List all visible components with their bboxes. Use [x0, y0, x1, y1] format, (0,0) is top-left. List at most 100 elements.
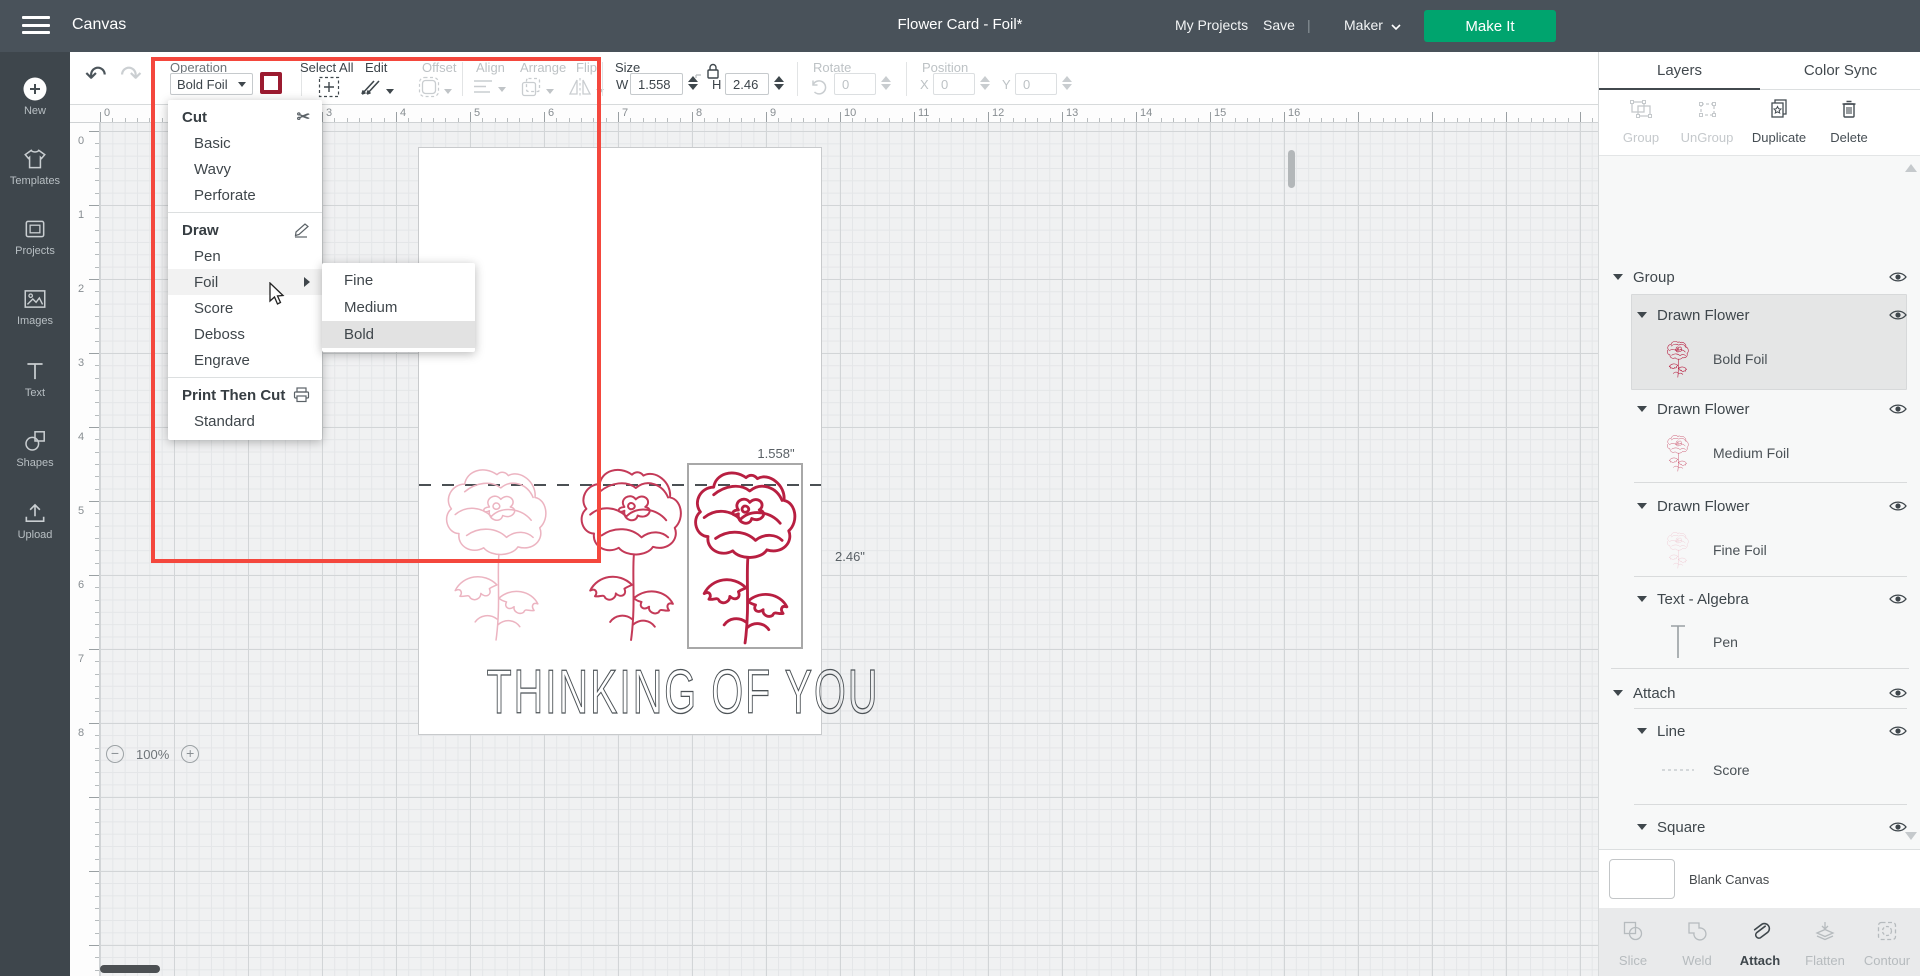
eye-icon[interactable]	[1889, 309, 1907, 321]
submenu-item-fine[interactable]: Fine	[322, 267, 475, 294]
caret-down-icon[interactable]	[1637, 312, 1647, 318]
delete-label: Delete	[1817, 130, 1881, 145]
position-x-input[interactable]: 0	[933, 73, 975, 95]
menu-item-perforate[interactable]: Perforate	[168, 182, 322, 208]
rotate-stepper[interactable]	[880, 74, 892, 94]
tab-layers[interactable]: Layers	[1599, 52, 1760, 90]
sidebar-item-projects[interactable]: Projects	[0, 216, 70, 257]
menu-item-wavy[interactable]: Wavy	[168, 156, 322, 182]
save-link[interactable]: Save	[1263, 17, 1295, 33]
score-thumb	[1661, 765, 1695, 775]
width-input[interactable]: 1.558	[630, 73, 683, 95]
rotate-input[interactable]: 0	[834, 73, 876, 95]
menu-item-foil[interactable]: Foil	[168, 269, 322, 295]
sidebar-item-templates[interactable]: Templates	[0, 146, 70, 187]
zoom-in-icon[interactable]: +	[181, 745, 199, 763]
caret-down-icon[interactable]	[1613, 274, 1623, 280]
canvas-vertical-scrollbar[interactable]	[1288, 150, 1295, 188]
select-all-icon[interactable]	[318, 76, 340, 103]
menu-item-score[interactable]: Score	[168, 295, 322, 321]
menu-header-cut[interactable]: Cut ✂	[168, 104, 322, 130]
sidebar-item-shapes[interactable]: Shapes	[0, 428, 70, 469]
blank-canvas-row[interactable]: Blank Canvas	[1599, 850, 1920, 908]
operation-select[interactable]: Bold Foil	[170, 73, 253, 95]
offset-icon[interactable]	[418, 76, 452, 103]
align-icon[interactable]	[472, 78, 506, 101]
menu-item-deboss[interactable]: Deboss	[168, 321, 322, 347]
duplicate-button[interactable]: Duplicate	[1747, 98, 1811, 145]
slice-button[interactable]: Slice	[1603, 920, 1663, 968]
zoom-out-icon[interactable]: −	[106, 745, 124, 763]
group-button[interactable]: Group	[1609, 98, 1673, 145]
menu-item-standard[interactable]: Standard	[168, 408, 322, 434]
sublayer-bold-foil[interactable]: Bold Foil	[1661, 338, 1767, 380]
layer-row-line[interactable]: Line	[1599, 718, 1920, 744]
sidebar-item-images[interactable]: Images	[0, 286, 70, 327]
weld-button[interactable]: Weld	[1667, 920, 1727, 968]
flower-medium-foil[interactable]	[575, 462, 689, 645]
eye-icon[interactable]	[1889, 687, 1907, 699]
layer-row-attach[interactable]: Attach	[1599, 680, 1920, 706]
caret-down-icon[interactable]	[1637, 824, 1647, 830]
make-it-button[interactable]: Make It	[1424, 10, 1556, 42]
caret-down-icon[interactable]	[1637, 406, 1647, 412]
attach-button[interactable]: Attach	[1730, 920, 1790, 968]
caret-down-icon[interactable]	[1613, 690, 1623, 696]
menu-item-engrave[interactable]: Engrave	[168, 347, 322, 373]
tab-color-sync[interactable]: Color Sync	[1760, 52, 1920, 90]
menu-item-basic[interactable]: Basic	[168, 130, 322, 156]
scroll-down-icon[interactable]	[1905, 832, 1917, 840]
caret-down-icon[interactable]	[1637, 596, 1647, 602]
sublayer-score[interactable]: Score	[1661, 762, 1750, 778]
contour-button[interactable]: Contour	[1857, 920, 1917, 968]
rotate-icon[interactable]	[810, 78, 828, 101]
delete-button[interactable]: Delete	[1817, 98, 1881, 145]
flatten-button[interactable]: Flatten	[1795, 920, 1855, 968]
eye-icon[interactable]	[1889, 403, 1907, 415]
sublayer-pen[interactable]: Pen	[1661, 622, 1738, 662]
caret-down-icon[interactable]	[1637, 728, 1647, 734]
eye-icon[interactable]	[1889, 725, 1907, 737]
chevron-down-icon	[1391, 24, 1401, 30]
layer-row-drawn-flower-1[interactable]: Drawn Flower	[1599, 302, 1920, 328]
eye-icon[interactable]	[1889, 500, 1907, 512]
layer-row-text-algebra[interactable]: Text - Algebra	[1599, 586, 1920, 612]
layer-row-square[interactable]: Square	[1599, 814, 1920, 840]
caret-down-icon[interactable]	[1637, 503, 1647, 509]
height-stepper[interactable]	[773, 74, 785, 94]
submenu-item-bold[interactable]: Bold	[322, 321, 475, 348]
selection-bounding-box[interactable]	[687, 463, 803, 649]
eye-icon[interactable]	[1889, 271, 1907, 283]
edit-tools-icon[interactable]	[358, 76, 394, 103]
menu-header-print-then-cut[interactable]: Print Then Cut	[168, 382, 322, 408]
sidebar-item-new[interactable]: New	[0, 76, 70, 117]
sublayer-medium-foil[interactable]: Medium Foil	[1661, 432, 1789, 474]
position-x-stepper[interactable]	[979, 74, 991, 94]
color-swatch[interactable]	[260, 72, 282, 94]
duplicate-icon	[1767, 98, 1791, 120]
menu-header-draw[interactable]: Draw	[168, 217, 322, 243]
submenu-item-medium[interactable]: Medium	[322, 294, 475, 321]
flower-fine-foil[interactable]	[440, 462, 554, 645]
ungroup-button[interactable]: UnGroup	[1675, 98, 1739, 145]
redo-icon[interactable]: ↷	[120, 60, 142, 91]
arrange-icon[interactable]	[520, 76, 554, 103]
card-text[interactable]: THINKING OF YOU	[487, 657, 754, 728]
flip-icon[interactable]	[568, 76, 604, 103]
position-y-input[interactable]: 0	[1015, 73, 1057, 95]
undo-icon[interactable]: ↶	[85, 60, 107, 91]
height-input[interactable]: 2.46	[725, 73, 769, 95]
layer-row-drawn-flower-3[interactable]: Drawn Flower	[1599, 493, 1920, 519]
sidebar-item-upload[interactable]: Upload	[0, 500, 70, 541]
my-projects-link[interactable]: My Projects	[1175, 17, 1248, 33]
eye-icon[interactable]	[1889, 593, 1907, 605]
position-y-stepper[interactable]	[1061, 74, 1073, 94]
sublayer-fine-foil[interactable]: Fine Foil	[1661, 529, 1767, 571]
sidebar-item-text[interactable]: Text	[0, 358, 70, 399]
menu-item-pen[interactable]: Pen	[168, 243, 322, 269]
layer-row-drawn-flower-2[interactable]: Drawn Flower	[1599, 396, 1920, 422]
canvas-horizontal-scrollbar[interactable]	[100, 965, 160, 973]
scroll-up-icon[interactable]	[1905, 164, 1917, 172]
machine-select[interactable]: Maker	[1344, 17, 1401, 33]
layer-row-group[interactable]: Group	[1599, 264, 1920, 290]
